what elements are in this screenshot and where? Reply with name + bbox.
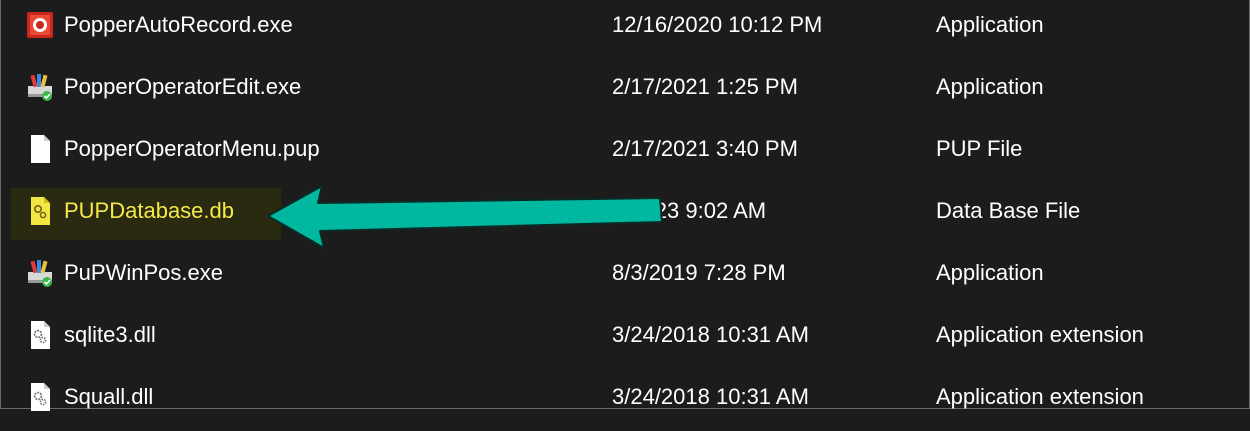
file-date-modified: 12/16/2020 10:12 PM — [612, 12, 823, 37]
file-name: PopperOperatorMenu.pup — [64, 136, 320, 161]
file-type: Application extension — [936, 322, 1144, 347]
file-row[interactable]: PopperOperatorMenu.pup 2/17/2021 3:40 PM… — [0, 121, 1248, 183]
file-date-modified: 2/17/2021 1:25 PM — [612, 74, 798, 99]
file-name: PuPWinPos.exe — [64, 260, 223, 285]
file-row[interactable]: PopperAutoRecord.exe 12/16/2020 10:12 PM… — [0, 0, 1248, 59]
file-type: PUP File — [936, 136, 1023, 161]
file-type: Application — [936, 12, 1044, 37]
file-row[interactable]: Squall.dll 3/24/2018 10:31 AM Applicatio… — [0, 369, 1248, 431]
file-date-modified: 3/24/2018 10:31 AM — [612, 322, 809, 347]
file-date-modified: / /2023 9:02 AM — [612, 198, 767, 223]
file-row[interactable]: PuPWinPos.exe 8/3/2019 7:28 PM Applicati… — [0, 245, 1248, 307]
file-name: PopperAutoRecord.exe — [64, 12, 293, 37]
file-date-modified: 8/3/2019 7:28 PM — [612, 260, 786, 285]
dll-gear-file-icon — [26, 320, 54, 350]
installer-app-icon — [26, 258, 54, 288]
file-date-modified: 3/24/2018 10:31 AM — [612, 384, 809, 409]
file-name: Squall.dll — [64, 384, 154, 409]
database-file-icon — [26, 196, 54, 226]
blank-file-icon — [26, 134, 54, 164]
record-app-icon — [26, 10, 54, 40]
installer-app-icon — [26, 72, 54, 102]
file-name: PopperOperatorEdit.exe — [64, 74, 302, 99]
file-type: Data Base File — [936, 198, 1081, 223]
file-row-highlighted[interactable]: PUPDatabase.db / /2023 9:02 AM Data Base… — [0, 183, 1248, 245]
file-row[interactable]: PopperOperatorEdit.exe 2/17/2021 1:25 PM… — [0, 59, 1248, 121]
file-type: Application — [936, 260, 1044, 285]
dll-gear-file-icon — [26, 382, 54, 412]
file-type: Application — [936, 74, 1044, 99]
file-type: Application extension — [936, 384, 1144, 409]
file-row[interactable]: sqlite3.dll 3/24/2018 10:31 AM Applicati… — [0, 307, 1248, 369]
file-date-modified: 2/17/2021 3:40 PM — [612, 136, 798, 161]
file-name: sqlite3.dll — [64, 322, 156, 347]
file-name: PUPDatabase.db — [64, 198, 234, 223]
